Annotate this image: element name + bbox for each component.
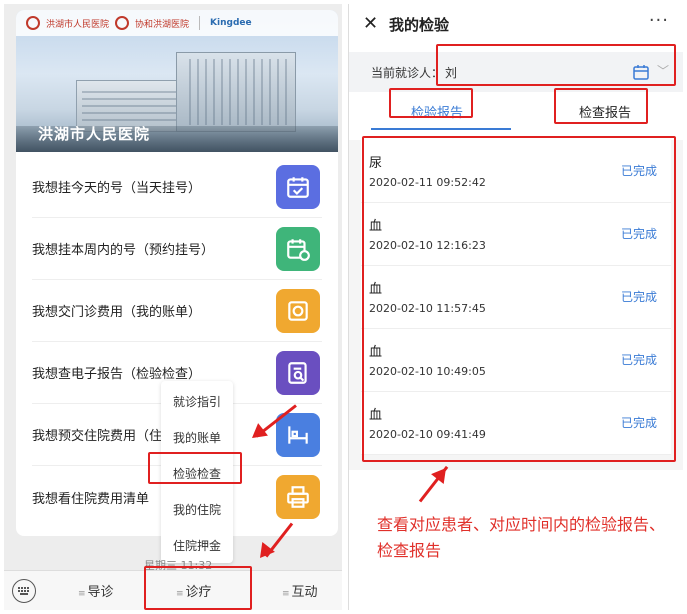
- highlight-box-lab-exam: [148, 452, 242, 484]
- hospital-name: 洪湖市人民医院: [38, 125, 151, 143]
- wallet-icon[interactable]: [276, 288, 320, 333]
- popup-item-inpatient[interactable]: 我的住院: [161, 491, 233, 527]
- hospital-seal-icon: [26, 16, 40, 30]
- logo-text-2: 协和洪湖医院: [135, 19, 190, 30]
- logo-divider: [199, 16, 201, 30]
- menu-item-label: 我想查电子报告（检验检查）: [32, 367, 202, 382]
- tab-guide[interactable]: ≡ 导诊: [78, 581, 114, 600]
- keyboard-icon[interactable]: [12, 579, 36, 603]
- patient-label: 当前就诊人：: [371, 66, 444, 80]
- logo-text-3: Kingdee: [210, 18, 252, 28]
- annotation-note: 查看对应患者、对应时间内的检验报告、检查报告: [377, 515, 666, 560]
- hospital-banner: 洪湖市人民医院 协和洪湖医院 Kingdee 洪湖市人民医院: [16, 10, 338, 152]
- menu-item-today-registration[interactable]: 我想挂今天的号（当天挂号）: [32, 156, 322, 218]
- popup-item-bill[interactable]: 我的账单: [161, 419, 233, 455]
- menu-dots-icon: ≡: [282, 589, 290, 599]
- highlight-box-patient: [436, 44, 676, 86]
- menu-item-label: 我想看住院费用清单: [32, 491, 150, 507]
- calendar-clock-icon[interactable]: [276, 226, 320, 271]
- popup-item-guide[interactable]: 就诊指引: [161, 383, 233, 419]
- tab-interaction[interactable]: ≡ 互动: [282, 581, 318, 600]
- page-header: ✕ 我的检验 ···: [349, 4, 683, 44]
- menu-item-outpatient-payment[interactable]: 我想交门诊费用（我的账单）: [32, 280, 322, 342]
- building-image: [176, 52, 296, 132]
- calendar-check-icon[interactable]: [276, 164, 320, 209]
- hospital-bed-icon[interactable]: [276, 412, 320, 457]
- menu-item-label: 我想交门诊费用（我的账单）: [32, 305, 202, 320]
- logo-bar: 洪湖市人民医院 协和洪湖医院 Kingdee: [16, 10, 338, 36]
- highlight-box-treatment-tab: [144, 566, 252, 610]
- left-phone-screen: 洪湖市人民医院 协和洪湖医院 Kingdee 洪湖市人民医院 我想挂今天的号（当…: [4, 4, 342, 610]
- menu-item-week-registration[interactable]: 我想挂本周内的号（预约挂号）: [32, 218, 322, 280]
- menu-item-label: 我想挂本周内的号（预约挂号）: [32, 243, 215, 258]
- menu-dots-icon: ≡: [78, 589, 86, 599]
- highlight-box-report-list: [362, 136, 676, 462]
- tab-interaction-label: 互动: [291, 585, 318, 600]
- page-title: 我的检验: [389, 16, 450, 34]
- close-icon[interactable]: ✕: [363, 13, 378, 34]
- tab-guide-label: 导诊: [87, 585, 114, 600]
- highlight-box-lab-tab: [389, 88, 473, 118]
- tab-active-indicator: [371, 128, 511, 130]
- highlight-box-exam-tab: [554, 88, 648, 124]
- hospital-seal-icon: [115, 16, 130, 30]
- menu-item-label: 我想挂今天的号（当天挂号）: [32, 181, 202, 196]
- more-icon[interactable]: ···: [649, 10, 669, 31]
- printer-icon[interactable]: [276, 475, 320, 519]
- logo-text-1: 洪湖市人民医院: [46, 19, 110, 30]
- report-search-icon[interactable]: [276, 350, 320, 395]
- menu-item-label: 我想预交住院费用（住: [32, 429, 163, 444]
